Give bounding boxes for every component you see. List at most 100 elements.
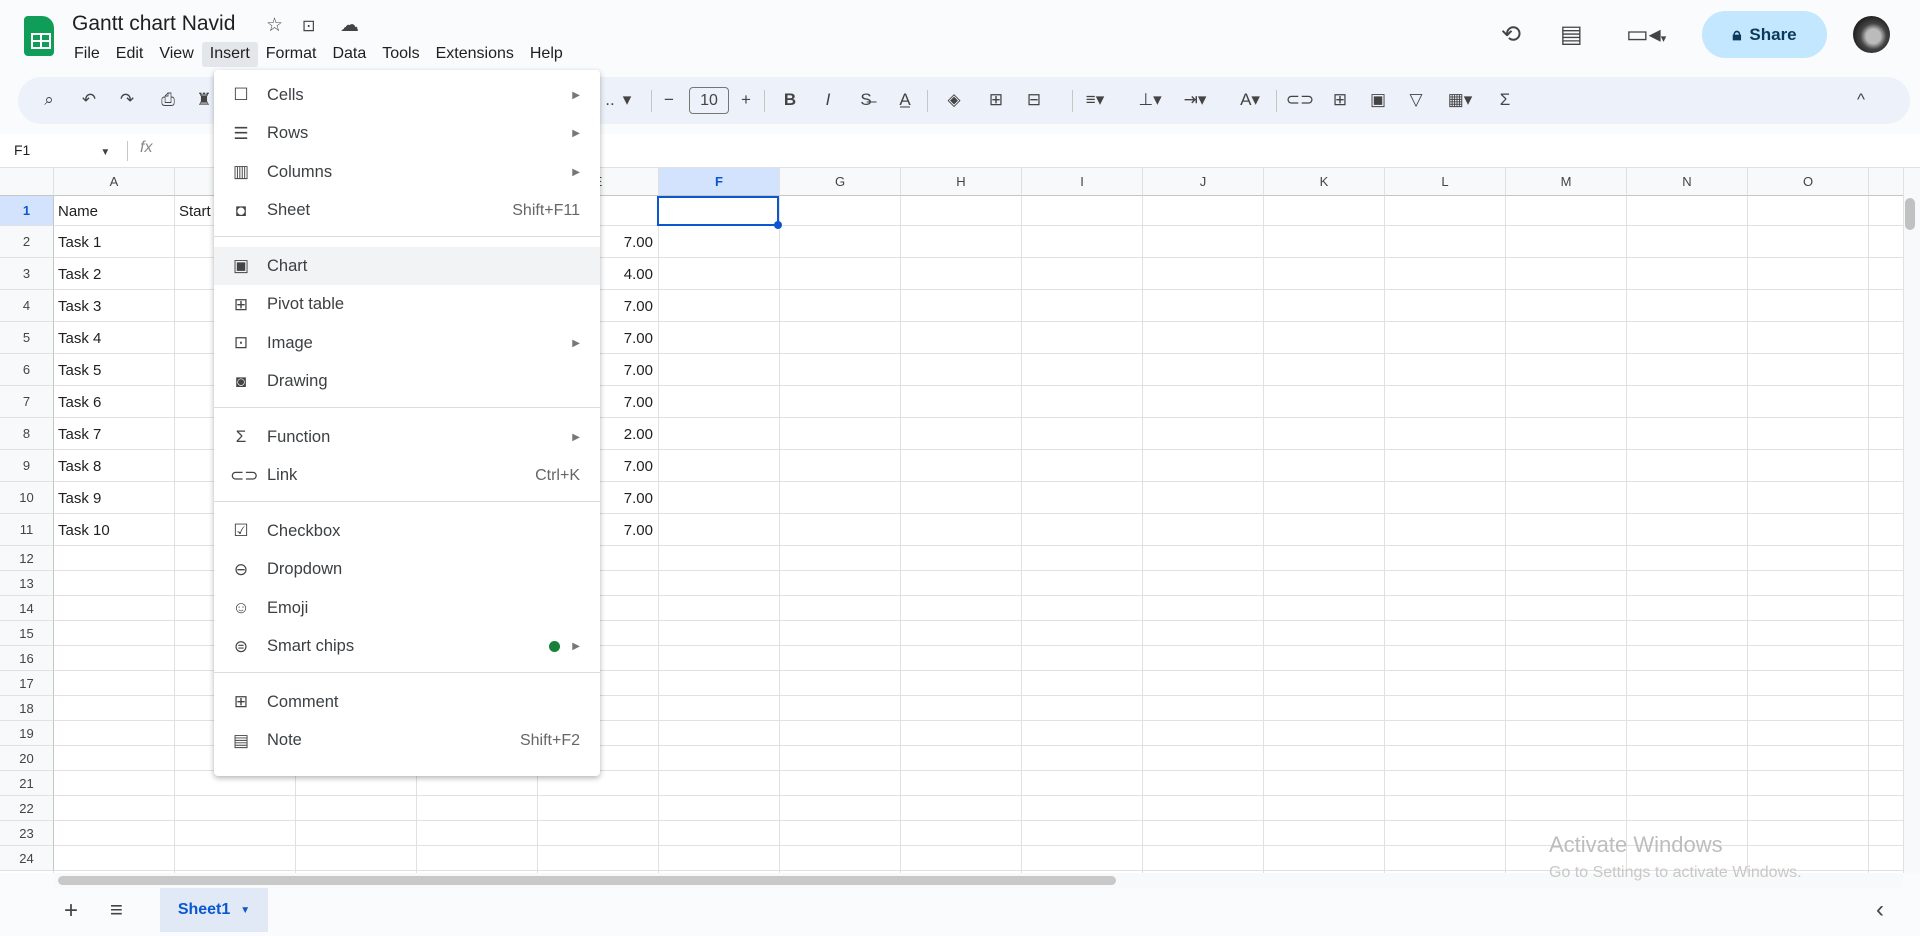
cell-a2[interactable]: Task 1: [54, 226, 175, 258]
cell-a10[interactable]: Task 9: [54, 482, 175, 514]
column-header-n[interactable]: N: [1627, 168, 1748, 196]
name-box[interactable]: F1 ▼: [14, 142, 110, 158]
menu-item-image[interactable]: ⊡ Image ▶: [214, 324, 600, 362]
column-header-h[interactable]: H: [901, 168, 1022, 196]
row-header-18[interactable]: 18: [0, 696, 54, 721]
menu-item-link[interactable]: ⊂⊃ Link Ctrl+K: [214, 457, 600, 495]
italic-icon[interactable]: I: [826, 88, 831, 112]
menu-view[interactable]: View: [151, 42, 201, 67]
menu-item-chart[interactable]: ▣ Chart: [214, 247, 600, 285]
cell-a7[interactable]: Task 6: [54, 386, 175, 418]
paint-format-icon[interactable]: ♜: [196, 88, 211, 112]
video-icon[interactable]: ▭◂▾: [1626, 20, 1666, 49]
menu-data[interactable]: Data: [324, 42, 374, 67]
cell-a8[interactable]: Task 7: [54, 418, 175, 450]
column-header-i[interactable]: I: [1022, 168, 1143, 196]
share-button[interactable]: 🔒︎ Share: [1702, 11, 1827, 58]
row-header-20[interactable]: 20: [0, 746, 54, 771]
sum-icon[interactable]: Σ: [1500, 88, 1511, 112]
collapse-side-panel-button[interactable]: ‹: [1876, 896, 1884, 924]
cell-a5[interactable]: Task 4: [54, 322, 175, 354]
menu-edit[interactable]: Edit: [108, 42, 152, 67]
row-header-11[interactable]: 11: [0, 514, 54, 546]
row-header-9[interactable]: 9: [0, 450, 54, 482]
menu-item-emoji[interactable]: ☺ Emoji: [214, 589, 600, 627]
functions-icon[interactable]: ▦▾: [1448, 88, 1473, 112]
all-sheets-button[interactable]: ≡: [110, 897, 123, 923]
redo-icon[interactable]: ↷: [120, 88, 134, 112]
column-header-k[interactable]: K: [1264, 168, 1385, 196]
vertical-scrollbar[interactable]: [1903, 168, 1920, 873]
column-header-a[interactable]: A: [54, 168, 175, 196]
row-header-1[interactable]: 1: [0, 196, 54, 226]
bold-icon[interactable]: B: [784, 88, 796, 112]
menu-item-dropdown[interactable]: ⊖ Dropdown: [214, 551, 600, 589]
row-header-13[interactable]: 13: [0, 571, 54, 596]
menu-item-drawing[interactable]: ◙ Drawing: [214, 363, 600, 401]
row-header-23[interactable]: 23: [0, 821, 54, 846]
row-header-17[interactable]: 17: [0, 671, 54, 696]
row-header-10[interactable]: 10: [0, 482, 54, 514]
row-header-15[interactable]: 15: [0, 621, 54, 646]
menu-item-pivot-table[interactable]: ⊞ Pivot table: [214, 286, 600, 324]
font-size-increase-icon[interactable]: +: [741, 88, 751, 112]
menu-item-function[interactable]: Σ Function ▶: [214, 418, 600, 456]
text-wrap-icon[interactable]: ⇥▾: [1184, 88, 1207, 112]
select-all-corner[interactable]: [0, 168, 54, 196]
cell-a4[interactable]: Task 3: [54, 290, 175, 322]
menu-file[interactable]: File: [66, 42, 108, 67]
row-header-2[interactable]: 2: [0, 226, 54, 258]
borders-icon[interactable]: ⊞: [989, 88, 1003, 112]
move-folder-icon[interactable]: ⊡: [302, 16, 315, 36]
column-header-g[interactable]: G: [780, 168, 901, 196]
insert-chart-icon[interactable]: ▣: [1370, 88, 1386, 112]
row-header-5[interactable]: 5: [0, 322, 54, 354]
cell-a3[interactable]: Task 2: [54, 258, 175, 290]
font-dropdown-icon[interactable]: ▾: [623, 88, 632, 112]
comment-icon[interactable]: ▤: [1560, 20, 1583, 49]
insert-comment-icon[interactable]: ⊞: [1333, 88, 1347, 112]
merge-cells-icon[interactable]: ⊟: [1027, 88, 1041, 112]
menu-item-columns[interactable]: ▥ Columns ▶: [214, 153, 600, 191]
history-icon[interactable]: ⟲: [1501, 20, 1521, 49]
menu-insert[interactable]: Insert: [201, 42, 258, 67]
menu-help[interactable]: Help: [522, 42, 571, 67]
column-header-m[interactable]: M: [1506, 168, 1627, 196]
menu-item-comment[interactable]: ⊞ Comment: [214, 683, 600, 721]
column-header-o[interactable]: O: [1748, 168, 1869, 196]
chevron-down-icon[interactable]: ▼: [240, 905, 250, 916]
row-header-3[interactable]: 3: [0, 258, 54, 290]
sheet-tab-sheet1[interactable]: Sheet1 ▼: [160, 888, 268, 932]
collapse-icon[interactable]: ^: [1857, 88, 1865, 112]
font-size-decrease-icon[interactable]: −: [664, 88, 674, 112]
row-header-12[interactable]: 12: [0, 546, 54, 571]
column-header-j[interactable]: J: [1143, 168, 1264, 196]
cell-a6[interactable]: Task 5: [54, 354, 175, 386]
add-sheet-button[interactable]: +: [64, 897, 78, 925]
row-header-14[interactable]: 14: [0, 596, 54, 621]
row-header-19[interactable]: 19: [0, 721, 54, 746]
font-size-input[interactable]: 10: [689, 87, 729, 114]
menu-tools[interactable]: Tools: [374, 42, 427, 67]
menu-extensions[interactable]: Extensions: [428, 42, 522, 67]
row-header-6[interactable]: 6: [0, 354, 54, 386]
row-header-22[interactable]: 22: [0, 796, 54, 821]
more-formats-button[interactable]: ..: [605, 88, 614, 112]
row-header-24[interactable]: 24: [0, 846, 54, 871]
cloud-status-icon[interactable]: ☁: [340, 14, 359, 37]
cell-a9[interactable]: Task 8: [54, 450, 175, 482]
horizontal-align-icon[interactable]: ≡▾: [1086, 88, 1104, 112]
cell-b1[interactable]: Start: [175, 196, 215, 226]
horizontal-scroll-thumb[interactable]: [58, 876, 1116, 885]
undo-icon[interactable]: ↶: [82, 88, 96, 112]
row-header-4[interactable]: 4: [0, 290, 54, 322]
vertical-align-icon[interactable]: ⊥▾: [1138, 88, 1161, 112]
star-icon[interactable]: ☆: [266, 14, 283, 37]
cell-a1[interactable]: Name: [54, 196, 175, 226]
text-color-icon[interactable]: A̲: [899, 88, 910, 112]
row-header-16[interactable]: 16: [0, 646, 54, 671]
row-header-7[interactable]: 7: [0, 386, 54, 418]
vertical-scroll-thumb[interactable]: [1905, 198, 1915, 230]
menu-item-cells[interactable]: ☐ Cells ▶: [214, 76, 600, 114]
avatar[interactable]: [1853, 16, 1890, 53]
